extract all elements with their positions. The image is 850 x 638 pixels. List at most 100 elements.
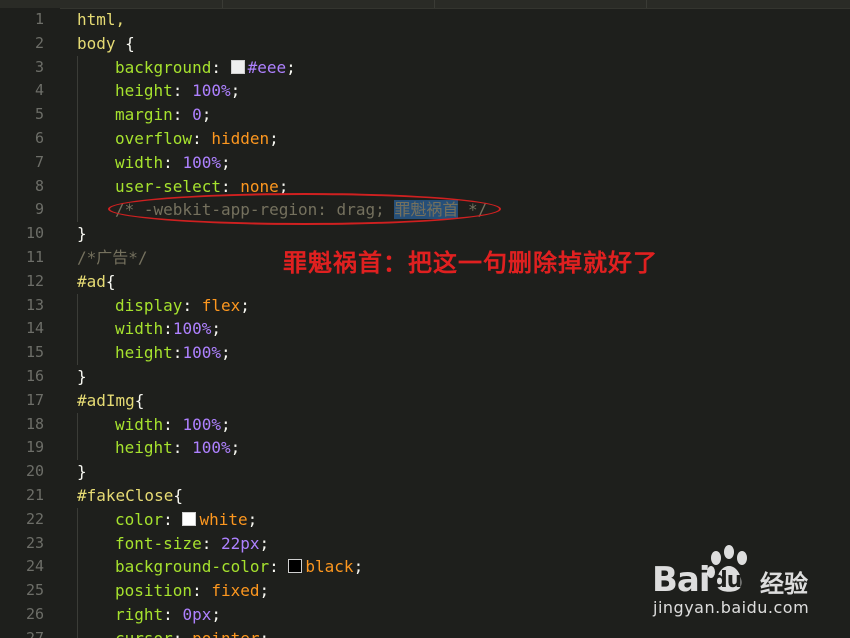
code-token: #eee: [247, 57, 287, 77]
code-line[interactable]: 17 #adImg{: [0, 389, 850, 413]
code-token: 100%: [182, 152, 221, 172]
line-number: 15: [25, 343, 44, 362]
code-token: ;: [230, 81, 241, 101]
code-line[interactable]: 3 background: #eee;: [0, 56, 850, 80]
code-token: :: [163, 414, 183, 434]
code-line[interactable]: 16}: [0, 365, 850, 389]
code-line[interactable]: 6 overflow: hidden;: [0, 127, 850, 151]
code-token: :: [182, 295, 202, 315]
code-line[interactable]: 20}: [0, 460, 850, 484]
code-token: height: [115, 343, 173, 363]
code-text: html,: [77, 8, 125, 32]
line-number: 12: [25, 271, 44, 290]
code-token: background-color: [115, 557, 270, 577]
code-line[interactable]: 14 width:100%;: [0, 317, 850, 341]
code-token: ;: [260, 629, 270, 638]
code-token: pointer: [192, 629, 259, 638]
code-text: font-size: 22px;: [115, 532, 269, 556]
code-text: /*广告*/: [77, 246, 148, 270]
code-token: black: [305, 557, 354, 577]
code-text: right: 0px;: [115, 603, 221, 627]
line-number: 5: [34, 105, 44, 124]
code-line[interactable]: 22 color: white;: [0, 508, 850, 532]
line-number: 2: [34, 33, 44, 52]
code-token: user-select: [115, 176, 221, 196]
code-token: 22px: [220, 533, 260, 553]
code-token: :: [172, 105, 193, 125]
code-line[interactable]: 19 height: 100%;: [0, 436, 850, 460]
code-text: margin: 0;: [115, 103, 211, 127]
code-line[interactable]: 15 height:100%;: [0, 341, 850, 365]
code-token: 100%: [182, 343, 221, 363]
watermark-brand-cn: 经验: [760, 570, 808, 598]
code-token: ;: [211, 605, 221, 624]
code-token: ;: [240, 295, 250, 315]
code-text: body {: [77, 32, 135, 56]
code-line[interactable]: 8 user-select: none;: [0, 175, 850, 199]
code-token: #fakeClose: [77, 486, 174, 505]
tab[interactable]: [222, 0, 435, 8]
line-number: 9: [34, 200, 44, 219]
code-token: ;: [230, 438, 241, 458]
line-number: 21: [25, 486, 44, 504]
code-line[interactable]: 7 width: 100%;: [0, 151, 850, 175]
code-token: width: [115, 319, 164, 339]
watermark-brand: Bai: [652, 560, 711, 600]
code-text: #adImg{: [77, 389, 144, 413]
code-token: {: [134, 390, 145, 410]
code-token: ;: [220, 414, 231, 434]
code-text: width: 100%;: [115, 413, 231, 437]
line-number: 17: [25, 390, 44, 409]
line-number: 10: [25, 224, 44, 243]
tab[interactable]: [0, 0, 223, 8]
code-line[interactable]: 4 height: 100%;: [0, 79, 850, 103]
indent-guide: [77, 412, 78, 461]
line-number: 24: [25, 557, 44, 576]
code-token: ;: [247, 509, 258, 529]
code-token: 100%: [192, 81, 231, 101]
code-editor[interactable]: 1 html, 2 body {3 background: #eee; 4 height: …: [0, 0, 850, 638]
code-token: background: [115, 57, 212, 77]
code-token: :: [163, 509, 183, 529]
code-token: 100%: [192, 438, 231, 458]
code-token: :: [163, 319, 173, 339]
line-number: 20: [25, 462, 44, 481]
code-line[interactable]: 18 width: 100%;: [0, 413, 850, 437]
code-token: body: [77, 33, 116, 53]
code-token: :: [192, 581, 212, 601]
code-token: :: [269, 557, 289, 577]
code-line[interactable]: 1 html,: [0, 8, 850, 32]
watermark-url: jingyan.baidu.com: [653, 598, 810, 617]
code-token: margin: [115, 105, 173, 125]
code-line[interactable]: 2 body {: [0, 32, 850, 56]
code-token: hidden: [211, 129, 270, 148]
code-token: }: [77, 462, 87, 482]
line-number: 23: [25, 533, 44, 552]
code-token: ;: [269, 129, 279, 148]
code-token: ;: [201, 105, 212, 125]
code-token: white: [199, 509, 248, 529]
color-swatch-icon: [182, 511, 197, 526]
code-line[interactable]: 27 cursor: pointer;: [0, 627, 850, 638]
code-token: position: [115, 581, 193, 601]
code-token: #adImg: [77, 390, 135, 410]
line-number: 16: [25, 367, 44, 385]
code-token: 100%: [172, 319, 212, 339]
annotation-circle: [108, 193, 501, 225]
line-number: 22: [25, 509, 44, 528]
code-token: {: [115, 33, 135, 53]
tab[interactable]: [646, 0, 850, 8]
code-token: 0: [192, 105, 202, 125]
code-text: }: [77, 460, 87, 484]
code-line[interactable]: 13 display: flex;: [0, 294, 850, 318]
code-token: :: [220, 176, 241, 196]
code-text: height:100%;: [115, 341, 231, 365]
annotation-text: 罪魁祸首：把这一句删除掉就好了: [283, 248, 658, 277]
code-text: }: [77, 365, 87, 389]
code-line[interactable]: 21 #fakeClose{: [0, 484, 850, 508]
tab[interactable]: [434, 0, 647, 8]
color-swatch-icon: [288, 559, 303, 574]
code-token: ;: [220, 152, 231, 172]
code-line[interactable]: 5 margin: 0;: [0, 103, 850, 127]
line-number: 14: [25, 319, 44, 338]
